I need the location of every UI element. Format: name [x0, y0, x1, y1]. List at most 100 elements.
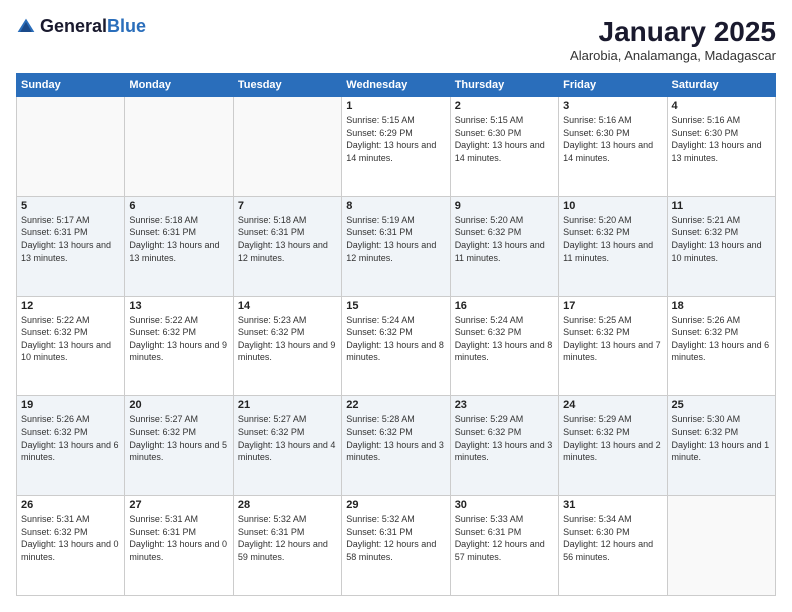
calendar-cell: 30 Sunrise: 5:33 AM Sunset: 6:31 PM Dayli…: [450, 496, 558, 596]
weekday-header: Saturday: [667, 74, 775, 97]
cell-details: Sunrise: 5:27 AM Sunset: 6:32 PM Dayligh…: [129, 413, 228, 463]
calendar-cell: [667, 496, 775, 596]
day-number: 21: [238, 399, 337, 411]
calendar-week-row: 12Sunrise: 5:22 AM Sunset: 6:32 PM Dayli…: [17, 296, 776, 396]
cell-details: Sunrise: 5:24 AM Sunset: 6:32 PM Dayligh…: [455, 314, 554, 364]
calendar-cell: 10Sunrise: 5:20 AM Sunset: 6:32 PM Dayli…: [559, 196, 667, 296]
day-number: 11: [672, 200, 771, 212]
cell-details: Sunrise: 5:34 AM Sunset: 6:30 PM Dayligh…: [563, 513, 662, 563]
header: GeneralBlue January 2025 Alarobia, Anala…: [16, 16, 776, 63]
day-number: 29: [346, 499, 445, 511]
calendar-cell: [233, 97, 341, 197]
cell-details: Sunrise: 5:22 AM Sunset: 6:32 PM Dayligh…: [21, 314, 120, 364]
calendar-cell: [125, 97, 233, 197]
day-number: 3: [563, 100, 662, 112]
logo: GeneralBlue: [16, 16, 146, 37]
calendar-cell: 28 Sunrise: 5:32 AM Sunset: 6:31 PM Dayli…: [233, 496, 341, 596]
logo-general: General: [40, 16, 107, 36]
page: GeneralBlue January 2025 Alarobia, Anala…: [0, 0, 792, 612]
weekday-header: Thursday: [450, 74, 558, 97]
day-number: 9: [455, 200, 554, 212]
calendar-header-row: SundayMondayTuesdayWednesdayThursdayFrid…: [17, 74, 776, 97]
calendar-cell: 11 Sunrise: 5:21 AM Sunset: 6:32 PM Dayli…: [667, 196, 775, 296]
calendar-week-row: 5 Sunrise: 5:17 AM Sunset: 6:31 PM Daylig…: [17, 196, 776, 296]
calendar-cell: 13Sunrise: 5:22 AM Sunset: 6:32 PM Dayli…: [125, 296, 233, 396]
day-number: 24: [563, 399, 662, 411]
cell-details: Sunrise: 5:18 AM Sunset: 6:31 PM Dayligh…: [129, 214, 228, 264]
day-number: 8: [346, 200, 445, 212]
day-number: 16: [455, 300, 554, 312]
cell-details: Sunrise: 5:27 AM Sunset: 6:32 PM Dayligh…: [238, 413, 337, 463]
calendar-cell: 12Sunrise: 5:22 AM Sunset: 6:32 PM Dayli…: [17, 296, 125, 396]
day-number: 27: [129, 499, 228, 511]
day-number: 25: [672, 399, 771, 411]
day-number: 23: [455, 399, 554, 411]
calendar-cell: 31Sunrise: 5:34 AM Sunset: 6:30 PM Dayli…: [559, 496, 667, 596]
day-number: 18: [672, 300, 771, 312]
calendar-cell: 3Sunrise: 5:16 AM Sunset: 6:30 PM Daylig…: [559, 97, 667, 197]
day-number: 15: [346, 300, 445, 312]
day-number: 30: [455, 499, 554, 511]
weekday-header: Tuesday: [233, 74, 341, 97]
day-number: 14: [238, 300, 337, 312]
logo-blue: Blue: [107, 16, 146, 36]
weekday-header: Sunday: [17, 74, 125, 97]
calendar-cell: [17, 97, 125, 197]
calendar-cell: 14Sunrise: 5:23 AM Sunset: 6:32 PM Dayli…: [233, 296, 341, 396]
calendar-cell: 20 Sunrise: 5:27 AM Sunset: 6:32 PM Dayli…: [125, 396, 233, 496]
calendar-week-row: 26 Sunrise: 5:31 AM Sunset: 6:32 PM Dayli…: [17, 496, 776, 596]
title-block: January 2025 Alarobia, Analamanga, Madag…: [570, 16, 776, 63]
cell-details: Sunrise: 5:32 AM Sunset: 6:31 PM Dayligh…: [238, 513, 337, 563]
cell-details: Sunrise: 5:16 AM Sunset: 6:30 PM Dayligh…: [672, 114, 771, 164]
calendar-cell: 2 Sunrise: 5:15 AM Sunset: 6:30 PM Daylig…: [450, 97, 558, 197]
calendar-cell: 27 Sunrise: 5:31 AM Sunset: 6:31 PM Dayli…: [125, 496, 233, 596]
calendar-cell: 6 Sunrise: 5:18 AM Sunset: 6:31 PM Daylig…: [125, 196, 233, 296]
cell-details: Sunrise: 5:22 AM Sunset: 6:32 PM Dayligh…: [129, 314, 228, 364]
day-number: 2: [455, 100, 554, 112]
cell-details: Sunrise: 5:31 AM Sunset: 6:31 PM Dayligh…: [129, 513, 228, 563]
cell-details: Sunrise: 5:20 AM Sunset: 6:32 PM Dayligh…: [563, 214, 662, 264]
day-number: 17: [563, 300, 662, 312]
cell-details: Sunrise: 5:19 AM Sunset: 6:31 PM Dayligh…: [346, 214, 445, 264]
calendar-cell: 24Sunrise: 5:29 AM Sunset: 6:32 PM Dayli…: [559, 396, 667, 496]
day-number: 4: [672, 100, 771, 112]
cell-details: Sunrise: 5:33 AM Sunset: 6:31 PM Dayligh…: [455, 513, 554, 563]
cell-details: Sunrise: 5:32 AM Sunset: 6:31 PM Dayligh…: [346, 513, 445, 563]
calendar-cell: 16 Sunrise: 5:24 AM Sunset: 6:32 PM Dayli…: [450, 296, 558, 396]
logo-icon: [16, 17, 36, 37]
calendar-cell: 9Sunrise: 5:20 AM Sunset: 6:32 PM Daylig…: [450, 196, 558, 296]
cell-details: Sunrise: 5:15 AM Sunset: 6:30 PM Dayligh…: [455, 114, 554, 164]
subtitle: Alarobia, Analamanga, Madagascar: [570, 48, 776, 63]
cell-details: Sunrise: 5:31 AM Sunset: 6:32 PM Dayligh…: [21, 513, 120, 563]
cell-details: Sunrise: 5:26 AM Sunset: 6:32 PM Dayligh…: [21, 413, 120, 463]
calendar-cell: 8 Sunrise: 5:19 AM Sunset: 6:31 PM Daylig…: [342, 196, 450, 296]
weekday-header: Friday: [559, 74, 667, 97]
day-number: 20: [129, 399, 228, 411]
calendar-cell: 23 Sunrise: 5:29 AM Sunset: 6:32 PM Dayli…: [450, 396, 558, 496]
calendar-cell: 26 Sunrise: 5:31 AM Sunset: 6:32 PM Dayli…: [17, 496, 125, 596]
day-number: 7: [238, 200, 337, 212]
calendar-cell: 5 Sunrise: 5:17 AM Sunset: 6:31 PM Daylig…: [17, 196, 125, 296]
calendar-week-row: 19 Sunrise: 5:26 AM Sunset: 6:32 PM Dayli…: [17, 396, 776, 496]
cell-details: Sunrise: 5:21 AM Sunset: 6:32 PM Dayligh…: [672, 214, 771, 264]
calendar-cell: 1Sunrise: 5:15 AM Sunset: 6:29 PM Daylig…: [342, 97, 450, 197]
calendar-cell: 22Sunrise: 5:28 AM Sunset: 6:32 PM Dayli…: [342, 396, 450, 496]
calendar-cell: 7Sunrise: 5:18 AM Sunset: 6:31 PM Daylig…: [233, 196, 341, 296]
cell-details: Sunrise: 5:26 AM Sunset: 6:32 PM Dayligh…: [672, 314, 771, 364]
weekday-header: Wednesday: [342, 74, 450, 97]
day-number: 28: [238, 499, 337, 511]
cell-details: Sunrise: 5:17 AM Sunset: 6:31 PM Dayligh…: [21, 214, 120, 264]
day-number: 6: [129, 200, 228, 212]
calendar-week-row: 1Sunrise: 5:15 AM Sunset: 6:29 PM Daylig…: [17, 97, 776, 197]
cell-details: Sunrise: 5:24 AM Sunset: 6:32 PM Dayligh…: [346, 314, 445, 364]
cell-details: Sunrise: 5:30 AM Sunset: 6:32 PM Dayligh…: [672, 413, 771, 463]
calendar-cell: 17Sunrise: 5:25 AM Sunset: 6:32 PM Dayli…: [559, 296, 667, 396]
day-number: 5: [21, 200, 120, 212]
calendar-cell: 25 Sunrise: 5:30 AM Sunset: 6:32 PM Dayli…: [667, 396, 775, 496]
calendar-cell: 21 Sunrise: 5:27 AM Sunset: 6:32 PM Dayli…: [233, 396, 341, 496]
cell-details: Sunrise: 5:15 AM Sunset: 6:29 PM Dayligh…: [346, 114, 445, 164]
calendar-cell: 18 Sunrise: 5:26 AM Sunset: 6:32 PM Dayli…: [667, 296, 775, 396]
day-number: 19: [21, 399, 120, 411]
cell-details: Sunrise: 5:29 AM Sunset: 6:32 PM Dayligh…: [455, 413, 554, 463]
day-number: 26: [21, 499, 120, 511]
